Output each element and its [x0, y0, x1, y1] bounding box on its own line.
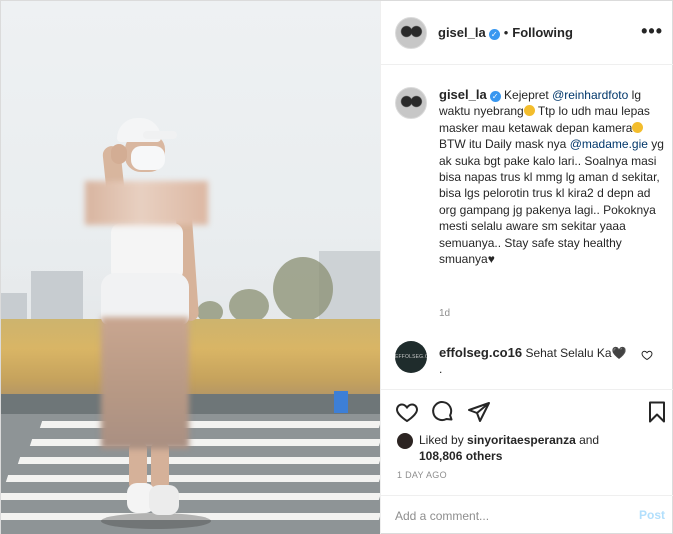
- heart-outline-icon[interactable]: [641, 349, 653, 361]
- blue-post: [334, 391, 348, 413]
- heart-outline-icon[interactable]: [395, 400, 419, 424]
- post-photo[interactable]: [1, 1, 380, 534]
- caption-text: Kejepret: [504, 88, 553, 102]
- caption-username[interactable]: gisel_la: [439, 87, 487, 102]
- tree: [273, 257, 333, 321]
- crosswalk-stripe: [39, 421, 380, 428]
- road-barrier: [1, 394, 380, 414]
- following-button[interactable]: Following: [512, 25, 573, 40]
- post-header: gisel_la ✓ • Following •••: [381, 1, 673, 65]
- comment-text-trail: .: [439, 362, 443, 376]
- comment-text: Sehat Selalu Ka: [525, 346, 612, 360]
- mention-link[interactable]: @madame.gie: [570, 137, 648, 151]
- post-sidebar: gisel_la ✓ • Following ••• gisel_la ✓ Kejepr…: [380, 1, 673, 534]
- post-caption: gisel_la ✓ Kejepret @reinhardfoto lg wakt…: [439, 87, 667, 267]
- grass-field: [1, 319, 380, 394]
- paper-plane-icon[interactable]: [467, 400, 491, 424]
- mention-link[interactable]: @reinhardfoto: [552, 88, 628, 102]
- author-line: gisel_la ✓ • Following: [438, 25, 573, 40]
- person-cap-brim: [143, 131, 177, 139]
- building: [31, 271, 83, 323]
- separator-dot: •: [503, 25, 509, 40]
- crosswalk-stripe: [5, 475, 380, 482]
- caption-timestamp[interactable]: 1d: [439, 308, 450, 319]
- tree: [229, 289, 269, 323]
- face-mask: [131, 146, 165, 170]
- person-hand: [111, 144, 127, 164]
- crosswalk-stripe: [17, 457, 380, 464]
- liked-by-text: Liked by sinyoritaesperanza and 108,806 …: [419, 432, 599, 464]
- person-shoe: [149, 485, 179, 515]
- liked-by-avatar[interactable]: [397, 433, 413, 449]
- verified-badge-icon: ✓: [489, 91, 501, 102]
- shadow: [101, 513, 211, 529]
- liked-by-prefix: Liked by: [419, 433, 468, 447]
- author-username[interactable]: gisel_la: [438, 25, 486, 40]
- add-comment-bar: Post: [381, 495, 673, 534]
- action-bar: Liked by sinyoritaesperanza and 108,806 …: [381, 389, 673, 489]
- verified-badge-icon: ✓: [488, 29, 500, 40]
- censor-blur: [85, 181, 208, 225]
- comment: effolseg.co16 Sehat Selalu Ka🖤 .: [439, 345, 639, 377]
- likes-count[interactable]: 108,806 others: [419, 449, 502, 463]
- liked-by-user[interactable]: sinyoritaesperanza: [467, 433, 576, 447]
- black-heart-emoji-icon: 🖤: [611, 346, 627, 360]
- more-horizontal-icon[interactable]: •••: [641, 21, 663, 42]
- liked-by-and: and: [575, 433, 600, 447]
- caption-text: BTW itu Daily mask nya: [439, 137, 570, 152]
- caption-author-avatar[interactable]: [395, 87, 427, 119]
- black-heart-emoji-icon: ♥: [487, 252, 495, 267]
- caption-text: yg ak suka bgt pake kalo lari.. Soalnya …: [439, 137, 664, 267]
- commenter-username[interactable]: effolseg.co16: [439, 345, 522, 360]
- laughing-emoji-icon: [632, 121, 644, 133]
- post-time-ago[interactable]: 1 DAY AGO: [397, 470, 447, 480]
- crosswalk-stripe: [1, 493, 380, 500]
- comment-input[interactable]: [395, 506, 615, 526]
- comments-section: gisel_la ✓ Kejepret @reinhardfoto lg wakt…: [381, 65, 673, 389]
- author-avatar[interactable]: [395, 17, 427, 49]
- commenter-avatar[interactable]: EFFOLSEG.CO16: [395, 341, 427, 373]
- crosswalk-stripe: [29, 439, 380, 446]
- censor-blur: [101, 317, 189, 449]
- bookmark-icon[interactable]: [645, 400, 669, 424]
- comment-bubble-icon[interactable]: [431, 400, 455, 424]
- grin-emoji-icon: [523, 105, 535, 117]
- post-comment-button[interactable]: Post: [639, 508, 665, 522]
- instagram-post: gisel_la ✓ • Following ••• gisel_la ✓ Kejepr…: [0, 0, 673, 534]
